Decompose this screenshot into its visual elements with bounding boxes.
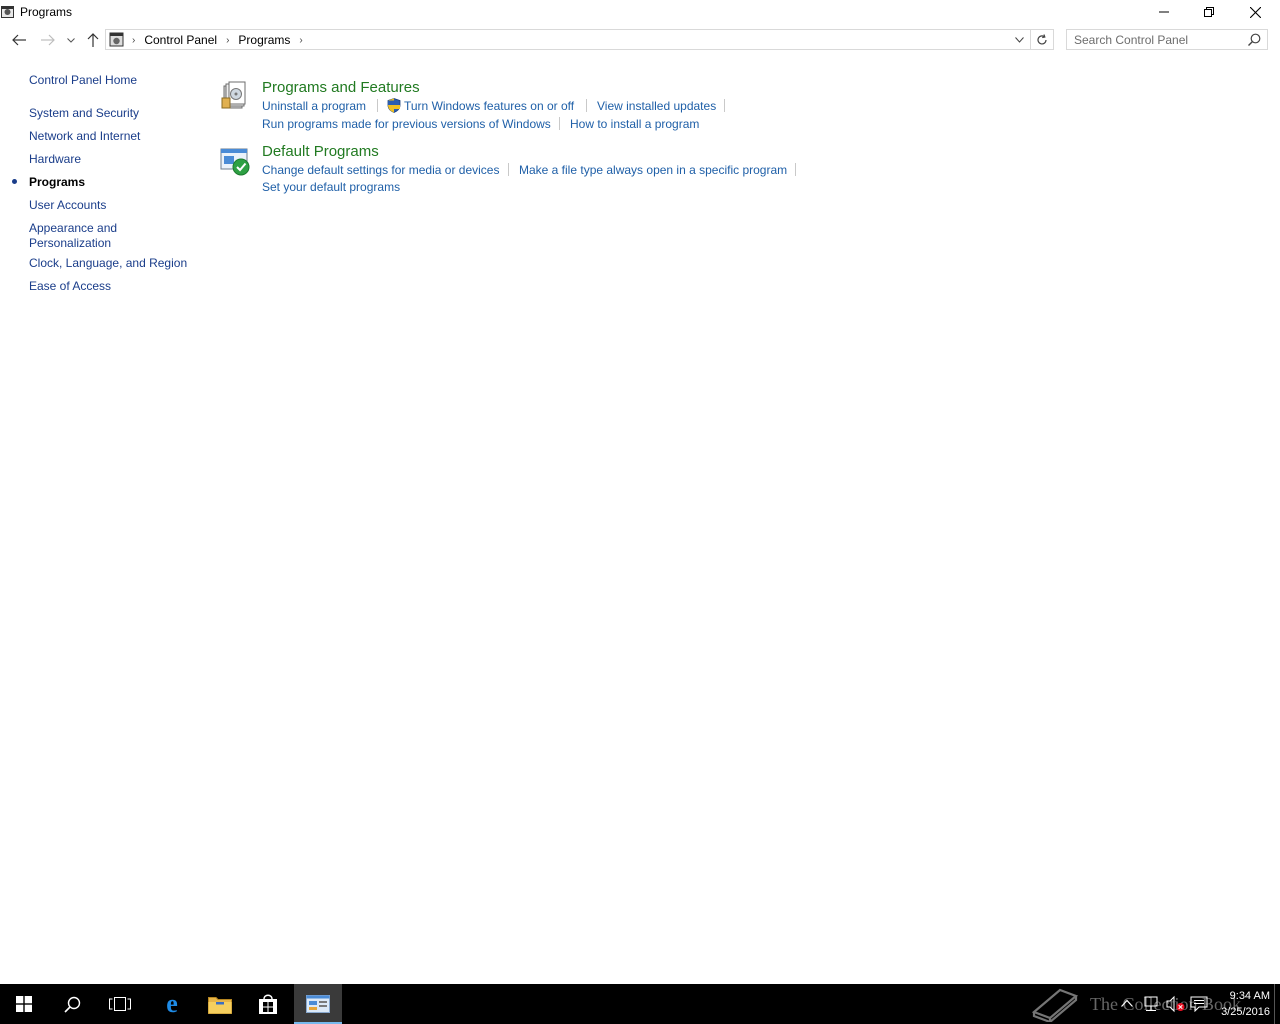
nav-hardware[interactable]: Hardware <box>29 152 81 167</box>
programs-and-features-icon <box>221 81 246 109</box>
back-arrow-icon <box>12 34 26 46</box>
search-input[interactable] <box>1067 30 1250 49</box>
restore-button[interactable] <box>1186 0 1232 24</box>
chevron-down-icon <box>67 37 75 43</box>
chevron-up-icon[interactable] <box>1121 999 1133 1007</box>
breadcrumb-programs[interactable]: Programs <box>238 33 290 47</box>
nav-programs[interactable]: Programs <box>29 175 85 190</box>
breadcrumb-separator-icon[interactable]: › <box>226 35 229 46</box>
link-separator <box>586 99 587 112</box>
refresh-icon <box>1037 33 1047 44</box>
close-icon <box>1249 6 1261 18</box>
minimize-button[interactable] <box>1141 0 1187 24</box>
search-taskbar-button[interactable] <box>48 984 96 1024</box>
store-taskbar-button[interactable] <box>244 984 292 1024</box>
control-panel-taskbar-button[interactable] <box>294 984 342 1024</box>
link-separator <box>724 99 725 112</box>
book-icon <box>1031 988 1079 1022</box>
breadcrumb-control-panel[interactable]: Control Panel <box>144 33 217 47</box>
close-button[interactable] <box>1232 0 1278 24</box>
link-separator <box>795 163 796 176</box>
task-view-button[interactable] <box>96 984 144 1024</box>
breadcrumb: › Control Panel › Programs › <box>132 33 312 47</box>
address-bar[interactable]: › Control Panel › Programs › <box>105 29 1054 50</box>
uac-shield-icon <box>387 98 401 113</box>
action-center-icon[interactable] <box>1190 996 1208 1012</box>
windows-logo-icon <box>16 996 32 1012</box>
nav-ease-of-access[interactable]: Ease of Access <box>29 279 111 294</box>
address-dropdown-button[interactable] <box>1009 30 1029 49</box>
title-bar: Programs <box>0 0 1280 24</box>
breadcrumb-separator-icon[interactable]: › <box>132 35 135 46</box>
nav-appearance-and-personalization[interactable]: Appearance and Personalization <box>29 221 139 251</box>
window-title: Programs <box>20 5 73 19</box>
media-devices-defaults-link[interactable]: Change default settings for media or dev… <box>262 163 499 177</box>
forward-arrow-icon <box>41 34 55 46</box>
link-separator <box>377 99 378 112</box>
file-explorer-taskbar-button[interactable] <box>196 984 244 1024</box>
clock-time: 9:34 AM <box>1229 990 1270 1002</box>
clock-date: 3/25/2016 <box>1221 1006 1270 1018</box>
volume-muted-icon[interactable] <box>1166 995 1186 1013</box>
edge-taskbar-button[interactable]: e <box>148 984 196 1024</box>
breadcrumb-separator-icon[interactable]: › <box>299 35 302 46</box>
how-to-install-link[interactable]: How to install a program <box>570 117 699 131</box>
search-icon[interactable] <box>1248 33 1261 46</box>
file-type-association-link[interactable]: Make a file type always open in a specif… <box>519 163 787 177</box>
forward-button[interactable] <box>37 30 59 50</box>
run-older-programs-link[interactable]: Run programs made for previous versions … <box>262 117 551 131</box>
store-bag-icon <box>259 994 277 1014</box>
restore-icon <box>1204 7 1214 17</box>
link-separator <box>508 163 509 176</box>
folder-icon <box>208 996 232 1014</box>
control-panel-home-link[interactable]: Control Panel Home <box>29 73 137 88</box>
network-icon[interactable] <box>1142 995 1160 1013</box>
up-arrow-icon <box>87 33 99 47</box>
task-view-icon <box>109 997 131 1011</box>
set-default-programs-link[interactable]: Set your default programs <box>262 180 400 194</box>
recent-locations-button[interactable] <box>62 30 80 50</box>
nav-user-accounts[interactable]: User Accounts <box>29 198 106 213</box>
default-programs-title[interactable]: Default Programs <box>262 143 379 160</box>
taskbar: e The Collection Book 9:34 AM 3/25/2016 <box>0 984 1280 1024</box>
svg-text:e: e <box>166 993 178 1015</box>
nav-system-and-security[interactable]: System and Security <box>29 106 139 121</box>
system-clock[interactable]: 9:34 AM 3/25/2016 <box>1221 988 1270 1020</box>
turn-windows-features-link[interactable]: Turn Windows features on or off <box>404 99 574 113</box>
refresh-button[interactable] <box>1030 30 1053 49</box>
edge-browser-icon: e <box>166 993 178 1015</box>
start-button[interactable] <box>0 984 48 1024</box>
default-programs-icon <box>220 148 250 176</box>
view-installed-updates-link[interactable]: View installed updates <box>597 99 716 113</box>
search-icon <box>63 996 80 1013</box>
control-panel-location-icon <box>109 32 124 47</box>
watermark: The Collection Book <box>1030 984 1241 1024</box>
show-desktop-button[interactable] <box>1274 984 1280 1024</box>
link-separator <box>559 117 560 130</box>
nav-network-and-internet[interactable]: Network and Internet <box>29 129 140 144</box>
nav-clock-language-region[interactable]: Clock, Language, and Region <box>29 256 187 271</box>
control-panel-icon <box>306 995 330 1013</box>
control-panel-icon <box>1 6 14 18</box>
programs-and-features-title[interactable]: Programs and Features <box>262 79 420 96</box>
uninstall-program-link[interactable]: Uninstall a program <box>262 99 366 113</box>
chevron-down-icon <box>1014 36 1024 43</box>
back-button[interactable] <box>8 30 30 50</box>
up-button[interactable] <box>82 30 104 50</box>
search-box <box>1066 29 1268 50</box>
minimize-icon <box>1159 11 1169 13</box>
current-item-bullet-icon <box>12 179 17 184</box>
